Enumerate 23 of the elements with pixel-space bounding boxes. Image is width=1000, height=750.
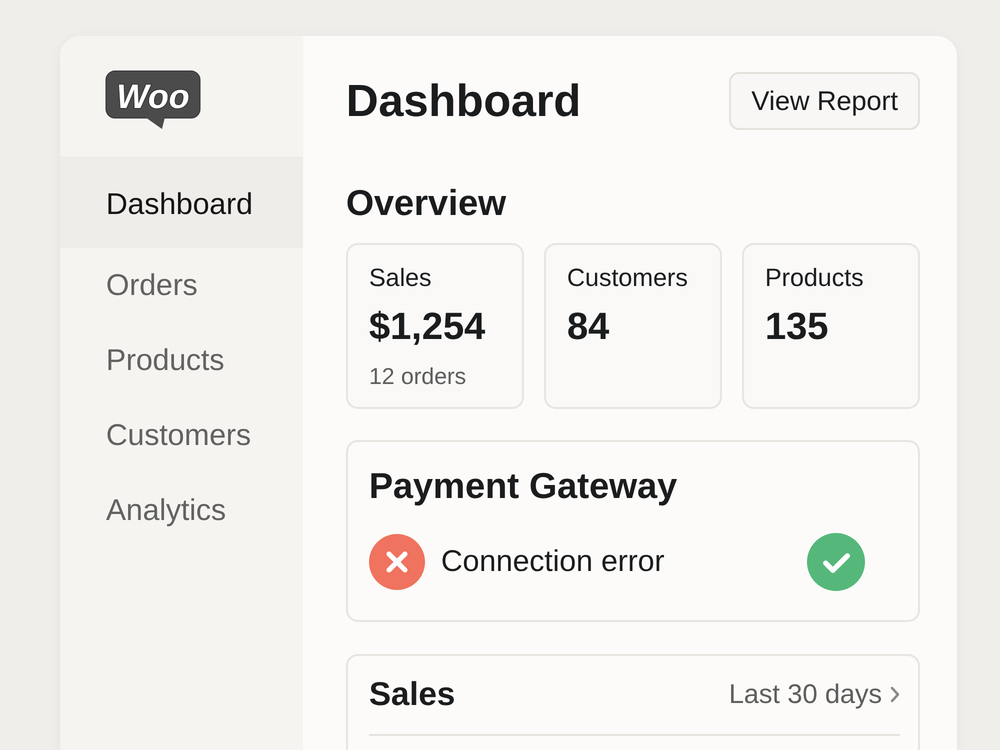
sidebar-item[interactable]: Customers <box>60 398 303 473</box>
stat-label: Products <box>765 263 865 294</box>
period-link[interactable]: Last 30 days <box>728 678 900 710</box>
status-text: Connection error <box>441 544 664 580</box>
chevron-right-icon <box>890 686 900 703</box>
sidebar-item[interactable]: Products <box>60 323 303 398</box>
view-report-button[interactable]: View Report <box>729 72 920 130</box>
check-icon <box>807 533 865 592</box>
sidebar-item[interactable]: Dashboard <box>60 158 303 248</box>
section-title: Overview <box>346 181 508 224</box>
card-title: Sales <box>369 674 456 714</box>
card-title: Payment Gateway <box>369 464 678 508</box>
logo: Woo <box>105 70 201 129</box>
error-icon <box>369 534 425 590</box>
stat-value: $1,254 <box>369 305 486 350</box>
sidebar-item[interactable]: Analytics <box>60 473 303 548</box>
page-title: Dashboard <box>346 74 582 128</box>
stat-label: Customers <box>567 263 689 294</box>
stat-label: Sales <box>369 263 433 294</box>
sidebar-item[interactable]: Orders <box>60 248 303 323</box>
stat-note: 12 orders <box>369 362 468 390</box>
stat-value: 135 <box>765 305 830 350</box>
stat-value: 84 <box>567 305 610 350</box>
